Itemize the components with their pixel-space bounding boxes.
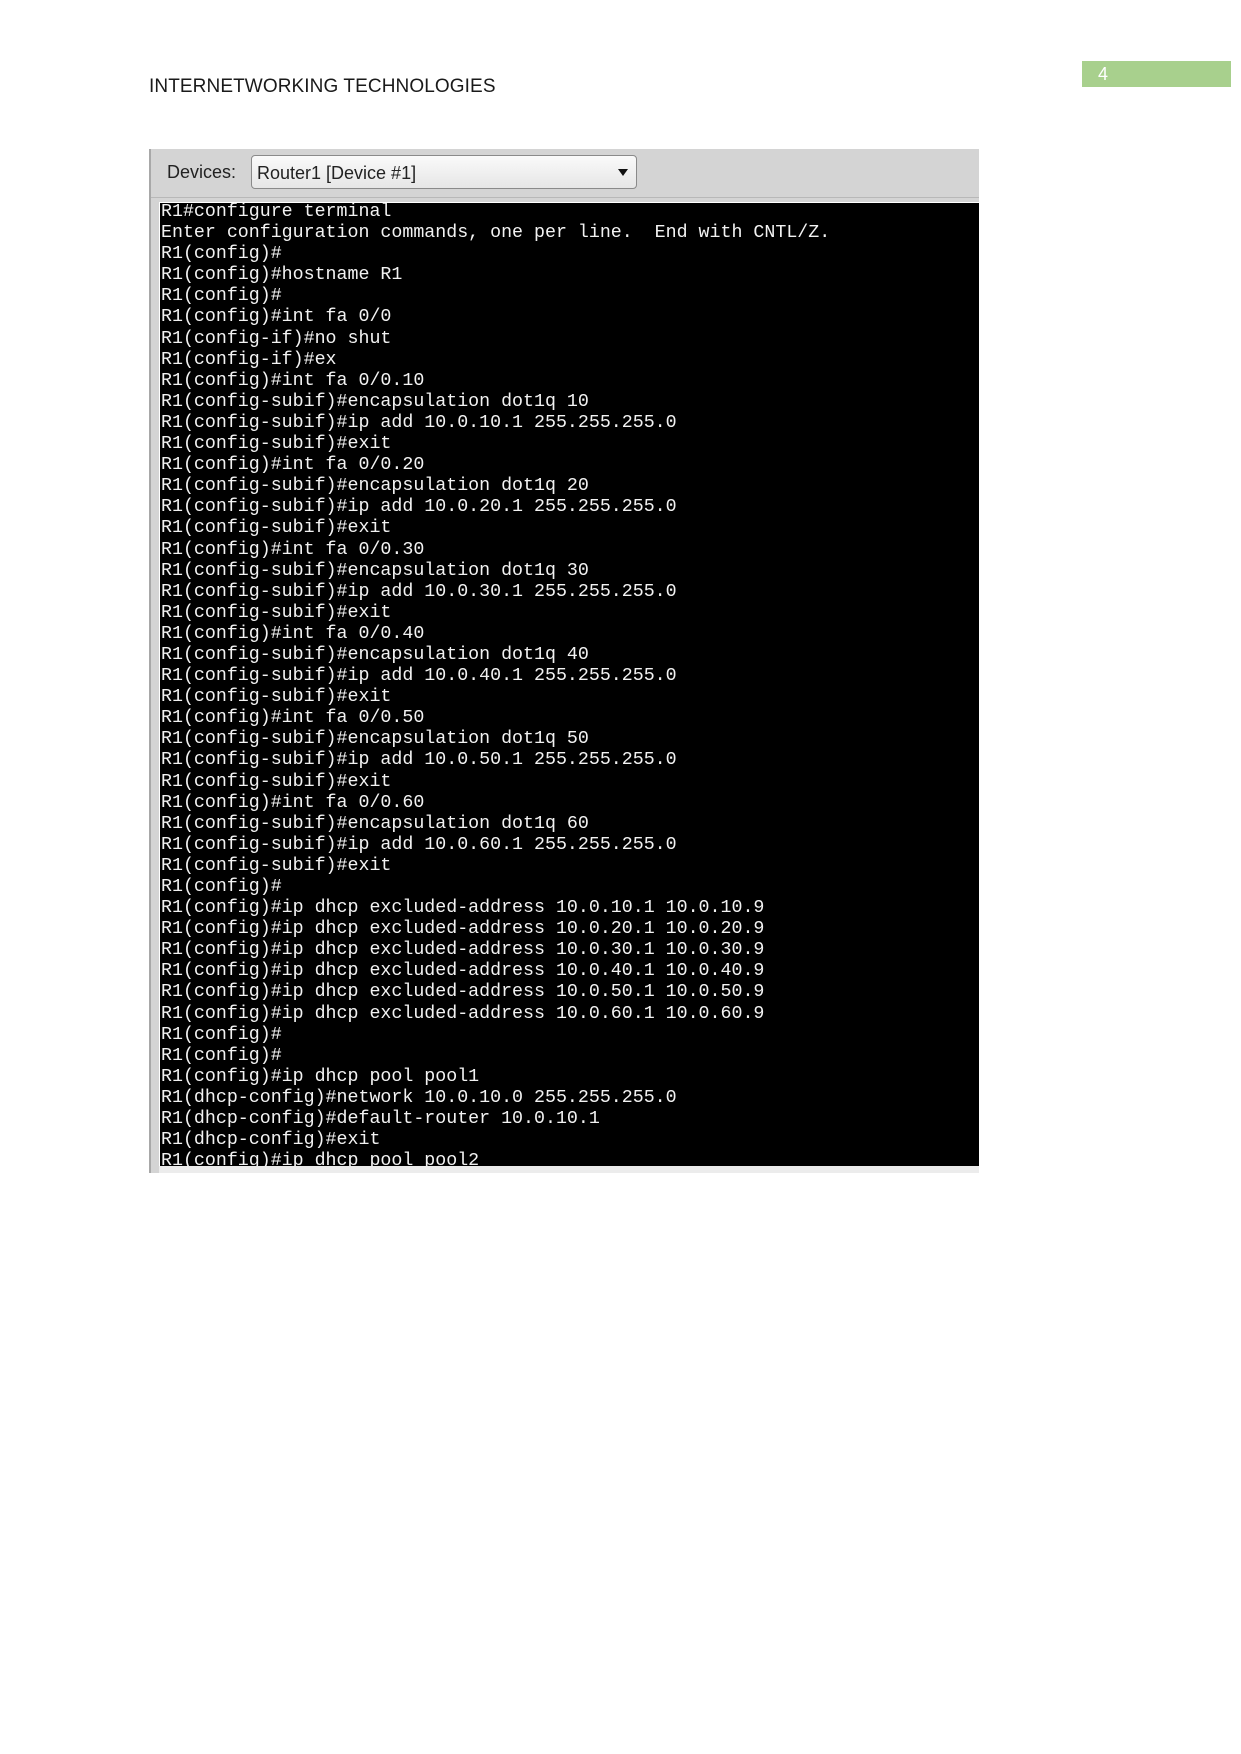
terminal-line: R1(config)# — [161, 1045, 282, 1066]
terminal-line: R1(config-subif)#encapsulation dot1q 40 — [161, 644, 589, 665]
terminal-line: R1(config-subif)#exit — [161, 602, 392, 623]
terminal-line: R1(config-subif)#exit — [161, 687, 392, 708]
terminal-line: R1(config)#int fa 0/0.10 — [161, 370, 425, 391]
device-select-dropdown[interactable]: Router1 [Device #1] — [251, 155, 637, 189]
terminal-line: R1(config)# — [161, 1024, 282, 1045]
terminal-line: R1(config)#int fa 0/0.60 — [161, 792, 425, 813]
terminal-line: R1(config)# — [161, 244, 282, 265]
terminal-output: R1#configure terminal Enter configuration… — [160, 202, 979, 1167]
terminal-line: R1(config)#hostname R1 — [161, 265, 403, 286]
terminal-line: R1(config-subif)#exit — [161, 855, 392, 876]
terminal-line: R1(config-subif)#ip add 10.0.10.1 255.25… — [161, 412, 677, 433]
terminal-line: R1(config-if)#no shut — [161, 328, 392, 349]
selected-device-value: Router1 [Device #1] — [257, 163, 417, 183]
terminal-line: R1(config)# — [161, 877, 282, 897]
terminal-line: R1(config)#ip dhcp excluded-address 10.0… — [161, 1003, 765, 1024]
page-header-title: INTERNETWORKING TECHNOLOGIES — [149, 76, 496, 97]
terminal-line: R1(config-subif)#ip add 10.0.40.1 255.25… — [161, 666, 677, 687]
terminal-line: R1(config-if)#ex — [161, 349, 337, 370]
device-toolbar: Devices: Router1 [Device #1] — [151, 149, 979, 198]
terminal-bottom-edge — [159, 1166, 979, 1173]
terminal-line: R1(config)#int fa 0/0.40 — [161, 623, 425, 644]
terminal-line: R1(config)#ip dhcp excluded-address 10.0… — [161, 961, 765, 982]
terminal-line: R1(config)#int fa 0/0.20 — [161, 455, 425, 476]
terminal-line: R1(config-subif)#encapsulation dot1q 10 — [161, 391, 589, 412]
terminal-line: R1(config-subif)#encapsulation dot1q 20 — [161, 476, 589, 497]
terminal-line: R1(config-subif)#encapsulation dot1q 50 — [161, 729, 589, 750]
terminal-line: R1(config-subif)#encapsulation dot1q 60 — [161, 813, 589, 834]
terminal-line: R1(config-subif)#ip add 10.0.30.1 255.25… — [161, 581, 677, 602]
terminal-line: R1(config-subif)#ip add 10.0.60.1 255.25… — [161, 834, 677, 855]
terminal-line: R1(dhcp-config)#exit — [161, 1130, 381, 1151]
terminal-line: R1(config)#int fa 0/0 — [161, 307, 392, 328]
terminal-line: R1(config)# — [161, 286, 282, 307]
terminal-line: R1(config-subif)#exit — [161, 518, 392, 539]
terminal-line: R1(config-subif)#ip add 10.0.50.1 255.25… — [161, 750, 677, 771]
terminal-line: R1(config-subif)#exit — [161, 771, 392, 792]
terminal-line: R1(dhcp-config)#default-router 10.0.10.1 — [161, 1109, 600, 1130]
terminal-line: R1#configure terminal — [161, 202, 392, 222]
terminal-line: R1(config)#ip dhcp pool pool2 — [161, 1151, 480, 1167]
terminal-line: R1(config)#ip dhcp excluded-address 10.0… — [161, 982, 765, 1003]
terminal-line: R1(config-subif)#ip add 10.0.20.1 255.25… — [161, 497, 677, 518]
devices-label: Devices: — [167, 162, 237, 182]
terminal-line: R1(config)#int fa 0/0.30 — [161, 539, 425, 560]
terminal-line: R1(config)#int fa 0/0.50 — [161, 708, 425, 729]
terminal-line: R1(config)#ip dhcp pool pool1 — [161, 1066, 480, 1087]
cli-screenshot-window: Devices: Router1 [Device #1] R1#configur… — [149, 149, 979, 1173]
terminal-line: Enter configuration commands, one per li… — [161, 223, 831, 244]
terminal-line: R1(config)#ip dhcp excluded-address 10.0… — [161, 919, 765, 940]
terminal-line: R1(config-subif)#encapsulation dot1q 30 — [161, 560, 589, 581]
chevron-down-icon[interactable] — [618, 169, 628, 176]
terminal-line: R1(dhcp-config)#network 10.0.10.0 255.25… — [161, 1087, 677, 1108]
terminal-line: R1(config)#ip dhcp excluded-address 10.0… — [161, 898, 765, 919]
page-number-badge: 4 — [1082, 61, 1231, 87]
terminal-line: R1(config)#ip dhcp excluded-address 10.0… — [161, 940, 765, 961]
terminal-line: R1(config-subif)#exit — [161, 434, 392, 455]
terminal-console[interactable]: R1#configure terminal Enter configuration… — [159, 202, 979, 1167]
